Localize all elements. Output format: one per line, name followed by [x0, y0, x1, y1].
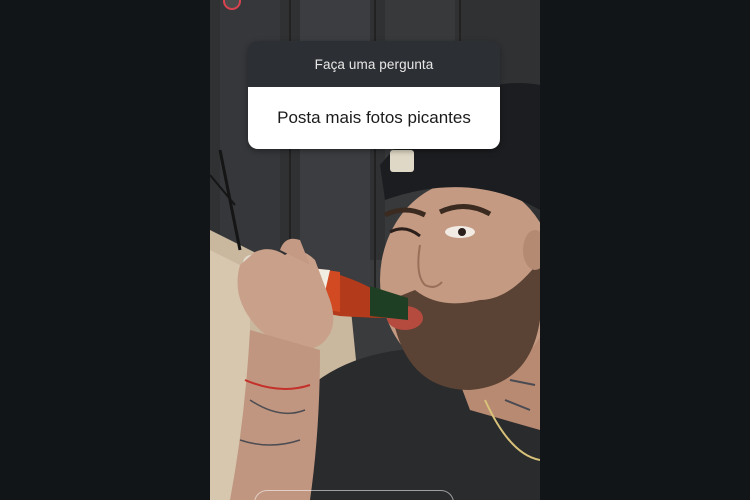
story-viewer[interactable]: Faça uma pergunta Posta mais fotos pican… — [210, 0, 540, 500]
page-background: Faça uma pergunta Posta mais fotos pican… — [0, 0, 750, 500]
question-sticker: Faça uma pergunta Posta mais fotos pican… — [248, 41, 500, 149]
question-sticker-answer: Posta mais fotos picantes — [248, 87, 500, 149]
reply-input[interactable] — [254, 490, 454, 500]
question-sticker-header: Faça uma pergunta — [248, 41, 500, 87]
